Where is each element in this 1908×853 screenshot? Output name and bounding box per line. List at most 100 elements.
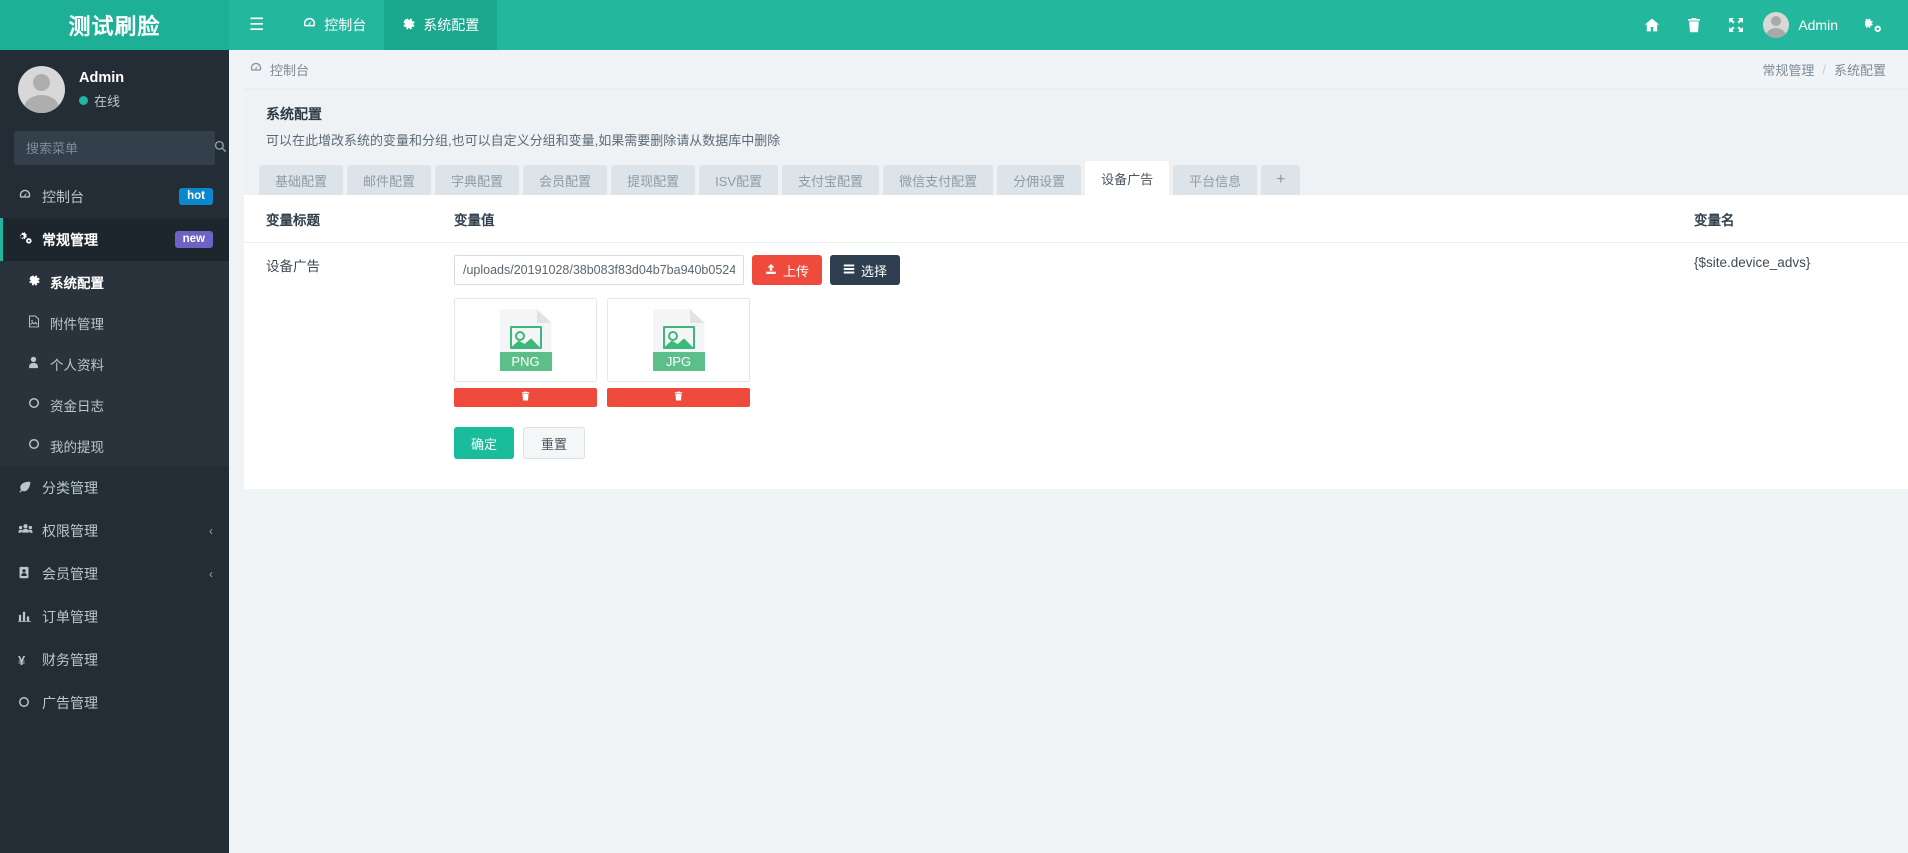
circle-o-icon: [28, 438, 50, 453]
sidebar-item-label: 系统配置: [50, 275, 104, 291]
breadcrumb-parent[interactable]: 常规管理: [1762, 60, 1814, 79]
sidebar-item-0[interactable]: 控制台 hot: [0, 175, 229, 218]
file-preview-card[interactable]: JPG: [607, 298, 750, 382]
search-input[interactable]: [14, 140, 214, 156]
sidebar-user-name: Admin: [79, 69, 125, 86]
sidebar-menu: 控制台 hot 常规管理 new 系统配置附件管理 个人资料资金日志我的提现分类管理权限管…: [0, 175, 229, 724]
chevron-left-icon: ‹: [209, 566, 213, 581]
topnav-item-dashboard[interactable]: 控制台: [284, 0, 384, 50]
user-menu-button[interactable]: Admin: [1757, 12, 1852, 38]
upload-button[interactable]: 上传: [752, 255, 823, 285]
sidebar-toggle-button[interactable]: ☰: [229, 0, 284, 50]
breadcrumb-current[interactable]: 控制台: [270, 60, 309, 79]
table-header-row: 变量标题 变量值 变量名: [244, 195, 1908, 243]
upload-controls: 上传 选择: [454, 255, 1686, 285]
avatar: [18, 66, 65, 113]
topnav-label: 系统配置: [423, 17, 480, 33]
user-icon: [28, 356, 50, 372]
dashboard-icon: [302, 16, 317, 34]
status-label: 在线: [94, 93, 121, 109]
file-thumbnails: PNG JPG: [454, 298, 1686, 407]
file-preview-card[interactable]: PNG: [454, 298, 597, 382]
delete-file-button[interactable]: [607, 388, 750, 407]
leaf-icon: [18, 480, 42, 496]
page-description: 可以在此增改系统的变量和分组,也可以自定义分组和变量,如果需要删除请从数据库中删…: [266, 133, 781, 148]
delete-file-button[interactable]: [454, 388, 597, 407]
sidebar-item-label: 权限管理: [42, 522, 98, 539]
breadcrumb-leaf: 系统配置: [1833, 62, 1886, 78]
fullscreen-icon[interactable]: [1715, 0, 1757, 50]
tab-5[interactable]: ISV配置: [699, 165, 779, 195]
trash-icon: [521, 391, 530, 404]
choose-button[interactable]: 选择: [830, 255, 901, 285]
tab-8[interactable]: 分佣设置: [997, 165, 1082, 195]
page-title: 系统配置: [266, 106, 322, 122]
panel-header: 系统配置 可以在此增改系统的变量和分组,也可以自定义分组和变量,如果需要删除请从…: [244, 90, 1908, 161]
file-image-icon: [28, 314, 50, 331]
breadcrumb-right: 常规管理 / 系统配置: [1762, 60, 1886, 79]
sidebar-item-2[interactable]: 系统配置: [0, 261, 229, 302]
sidebar-item-label: 订单管理: [42, 608, 98, 625]
file-extension-label: JPG: [652, 352, 705, 371]
sidebar-item-3[interactable]: 附件管理: [0, 302, 229, 343]
upload-icon: [765, 263, 777, 278]
sidebar-item-12[interactable]: 广告管理: [0, 681, 229, 724]
tab-4[interactable]: 提现配置: [611, 165, 696, 195]
tab-1[interactable]: 邮件配置: [347, 165, 432, 195]
file-thumbnail-item: PNG: [454, 298, 597, 407]
topnav-label: 控制台: [324, 17, 367, 33]
tab-10[interactable]: 平台信息: [1173, 165, 1258, 195]
sidebar-item-5[interactable]: 资金日志: [0, 384, 229, 425]
sidebar-item-4[interactable]: 个人资料: [0, 343, 229, 384]
variable-name-text: {$site.device_advs}: [1694, 255, 1811, 270]
home-icon[interactable]: [1631, 0, 1673, 50]
add-tab-button[interactable]: +: [1261, 165, 1301, 195]
search-icon[interactable]: [214, 140, 229, 156]
form-actions: 确定 重置: [454, 427, 1686, 459]
bar-chart-icon: [18, 609, 42, 625]
sidebar-item-label: 控制台: [42, 188, 84, 205]
image-file-icon: PNG: [499, 309, 552, 371]
tab-7[interactable]: 微信支付配置: [883, 165, 994, 195]
settings-gears-icon[interactable]: [1852, 0, 1894, 50]
breadcrumb-separator: /: [1822, 61, 1826, 77]
brand-logo[interactable]: 测试刷脸: [0, 0, 229, 50]
sidebar-item-10[interactable]: 订单管理: [0, 595, 229, 638]
tab-2[interactable]: 字典配置: [435, 165, 520, 195]
image-file-icon: JPG: [652, 309, 705, 371]
column-header-value: 变量值: [454, 213, 495, 228]
sidebar-item-7[interactable]: 分类管理: [0, 466, 229, 509]
submit-button[interactable]: 确定: [454, 427, 515, 459]
sidebar-item-label: 分类管理: [42, 479, 98, 496]
file-thumbnail-item: JPG: [607, 298, 750, 407]
menu-search-box[interactable]: [14, 131, 227, 165]
status-badge: hot: [179, 187, 213, 206]
tab-0[interactable]: 基础配置: [259, 165, 344, 195]
online-status-dot: [79, 95, 88, 105]
id-card-icon: [18, 566, 42, 582]
sidebar-item-label: 资金日志: [50, 398, 104, 414]
tab-3[interactable]: 会员配置: [523, 165, 608, 195]
file-extension-label: PNG: [499, 352, 552, 371]
tab-9[interactable]: 设备广告: [1085, 161, 1170, 195]
reset-button[interactable]: 重置: [523, 427, 586, 459]
dashboard-icon: [18, 188, 42, 205]
yen-icon: ¥: [18, 652, 26, 668]
sidebar-item-11[interactable]: ¥ 财务管理: [0, 638, 229, 681]
sidebar-item-8[interactable]: 权限管理 ‹: [0, 509, 229, 552]
topnav-item-system-config[interactable]: 系统配置: [384, 0, 498, 50]
config-table: 变量标题 变量值 变量名 设备广告 上传: [244, 195, 1908, 489]
top-bar: 测试刷脸 ☰ 控制台 系统配置 Admin: [0, 0, 1908, 50]
tab-6[interactable]: 支付宝配置: [782, 165, 880, 195]
file-path-input[interactable]: [454, 255, 744, 285]
sidebar-item-9[interactable]: 会员管理 ‹: [0, 552, 229, 595]
sidebar-item-1[interactable]: 常规管理 new: [0, 218, 229, 261]
sidebar-user-status: 在线: [79, 91, 124, 110]
sidebar-item-label: 常规管理: [42, 231, 98, 248]
sidebar-item-6[interactable]: 我的提现: [0, 425, 229, 466]
topbar-right-actions: Admin: [1631, 0, 1908, 50]
trash-icon[interactable]: [1673, 0, 1715, 50]
gear-icon: [402, 17, 416, 34]
row-label: 设备广告: [266, 259, 320, 274]
top-navigation: ☰ 控制台 系统配置: [229, 0, 498, 50]
